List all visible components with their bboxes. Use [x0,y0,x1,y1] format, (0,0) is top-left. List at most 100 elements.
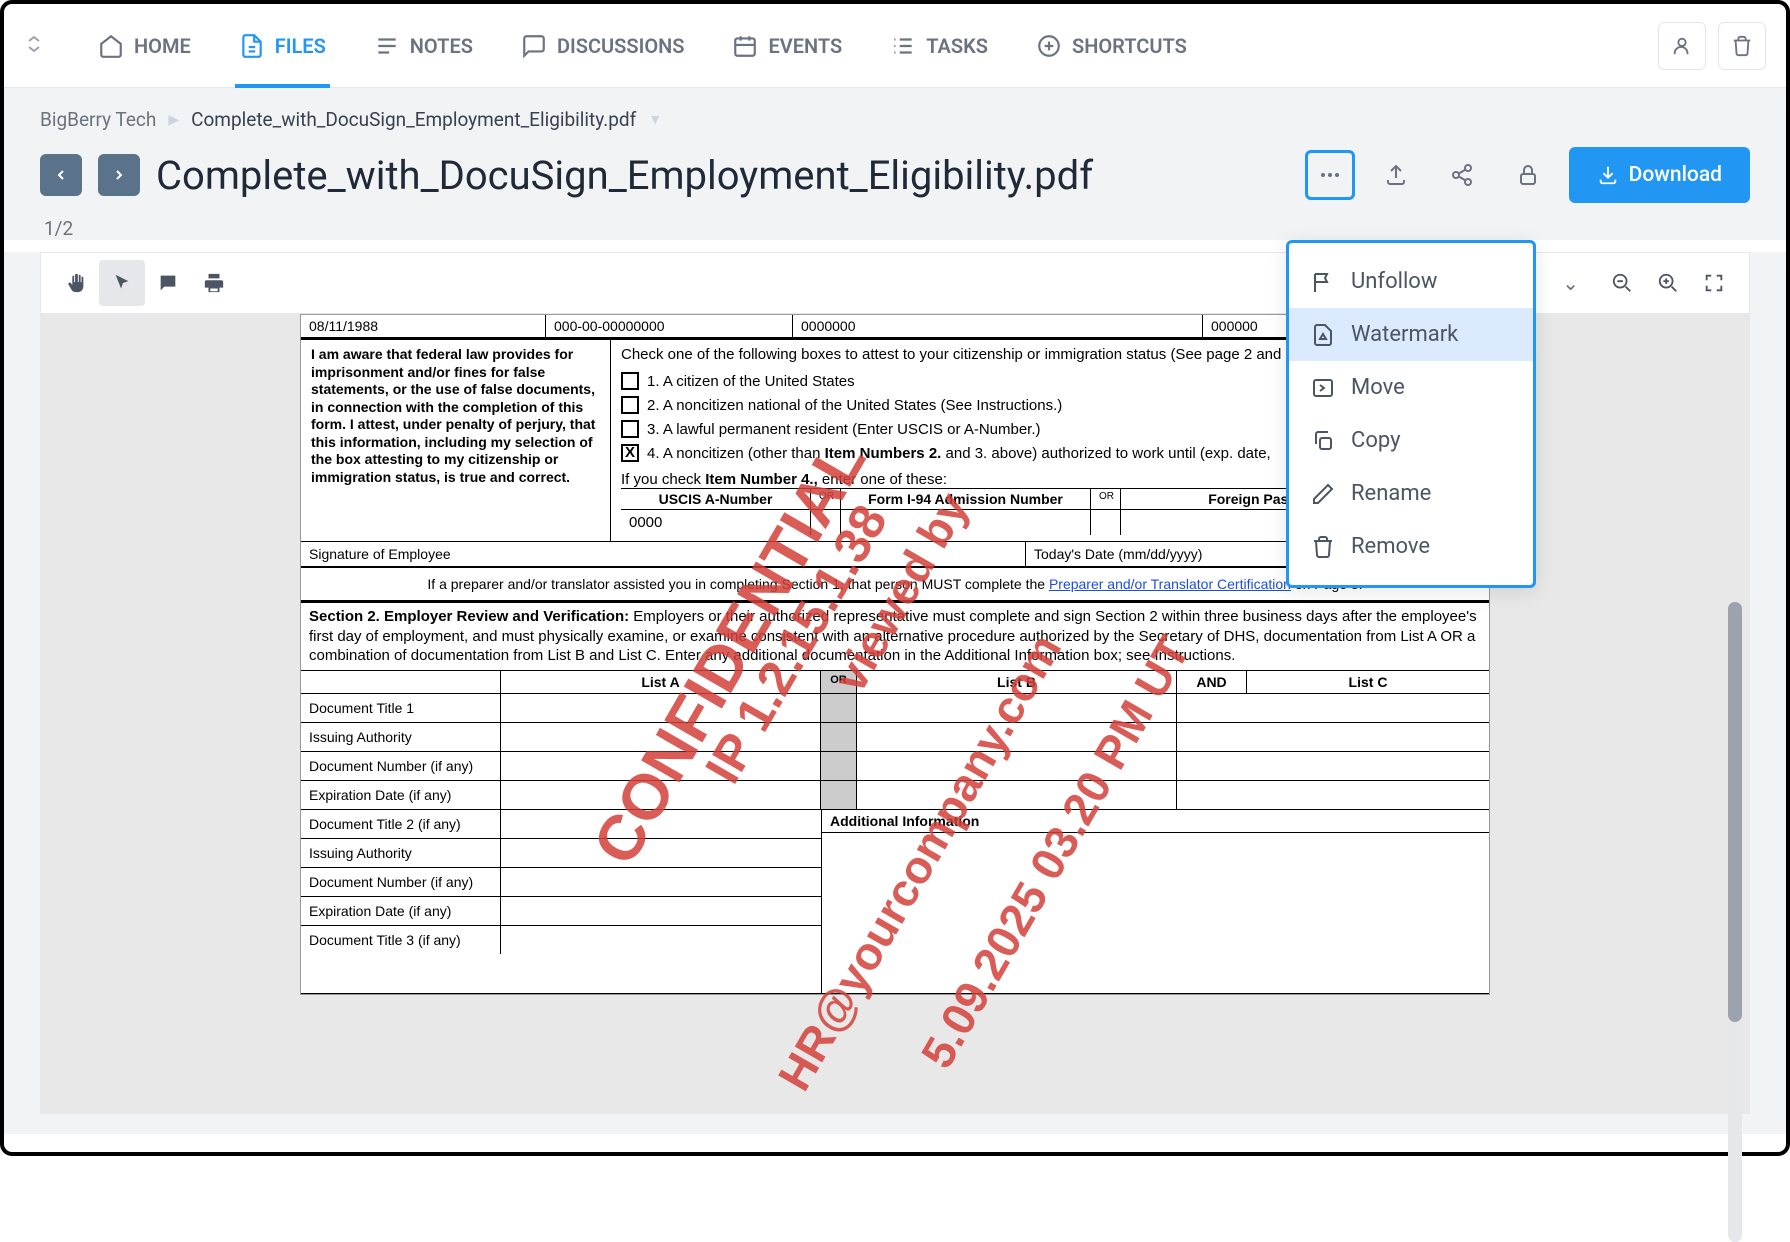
expand-icon[interactable] [24,34,44,58]
opt1: 1. A citizen of the United States [647,373,855,390]
comment-tool[interactable] [145,260,191,306]
menu-unfollow[interactable]: Unfollow [1289,255,1533,308]
scrollbar[interactable] [1728,602,1742,1242]
preparer-link[interactable]: Preparer and/or Translator Certification [1049,576,1291,592]
print-icon [203,272,225,294]
next-button[interactable] [98,154,140,196]
select-tool[interactable] [99,260,145,306]
or-col: OR [821,671,857,693]
home-icon [98,33,124,59]
nav-home[interactable]: HOME [74,4,215,88]
zoom-dropdown[interactable]: ⌄ [1562,271,1579,295]
menu-rename-label: Rename [1351,481,1431,506]
calendar-icon [732,33,758,59]
lock-button[interactable] [1503,150,1553,200]
nav-notes[interactable]: NOTES [350,4,497,88]
list-a-hdr: List A [501,671,821,693]
download-icon [1597,164,1619,186]
menu-copy-label: Copy [1351,428,1401,453]
menu-watermark[interactable]: Watermark [1289,308,1533,361]
nav-files[interactable]: FILES [215,4,350,88]
nav-tasks-label: TASKS [926,34,988,58]
doc-title-3: Document Title 3 (if any) [301,926,501,954]
fullscreen[interactable] [1691,260,1737,306]
download-button[interactable]: Download [1569,147,1750,203]
or2: OR [1091,489,1121,509]
chevron-right-icon: ▶ [168,112,179,128]
header-area: BigBerry Tech ▶ Complete_with_DocuSign_E… [4,88,1786,240]
zoom-out[interactable] [1599,260,1645,306]
zoom-out-icon [1611,272,1633,294]
attest-text: I am aware that federal law provides for… [301,340,611,541]
zoom-in[interactable] [1645,260,1691,306]
nav-files-label: FILES [275,34,326,58]
zero-value: 0000000 [793,315,1203,337]
discussions-icon [521,33,547,59]
menu-rename[interactable]: Rename [1289,467,1533,520]
nav-events-label: EVENTS [768,34,842,58]
hand-tool[interactable] [53,260,99,306]
prev-button[interactable] [40,154,82,196]
scrollbar-thumb[interactable] [1728,602,1742,1022]
comment-icon [157,272,179,294]
fullscreen-icon [1703,272,1725,294]
i94-hdr: Form I-94 Admission Number [841,489,1091,509]
opt2: 2. A noncitizen national of the United S… [647,397,1062,414]
copy-icon [1311,429,1335,453]
nav-events[interactable]: EVENTS [708,4,866,88]
menu-remove-label: Remove [1351,534,1430,559]
page-title: Complete_with_DocuSign_Employment_Eligib… [156,152,1289,199]
nav-tasks[interactable]: TASKS [866,4,1012,88]
menu-remove[interactable]: Remove [1289,520,1533,573]
download-label: Download [1629,163,1722,187]
tasks-icon [890,33,916,59]
list-c-hdr: List C [1247,671,1489,693]
doc-num-2: Document Number (if any) [301,868,501,896]
breadcrumb: BigBerry Tech ▶ Complete_with_DocuSign_E… [40,108,1750,131]
checkbox-1[interactable] [621,372,639,390]
nav-shortcuts[interactable]: SHORTCUTS [1012,4,1211,88]
menu-move-label: Move [1351,375,1405,400]
ssn-value: 000-00-00000000 [546,315,793,337]
chevron-left-icon [53,167,69,183]
lock-icon [1516,163,1540,187]
hand-icon [65,272,87,294]
issuing-auth-2: Issuing Authority [301,839,501,867]
trash-button[interactable] [1718,22,1766,70]
user-icon [1671,35,1693,57]
trash-icon [1731,35,1753,57]
upload-button[interactable] [1371,150,1421,200]
menu-copy[interactable]: Copy [1289,414,1533,467]
checkbox-4[interactable] [621,444,639,462]
nav-discussions[interactable]: DISCUSSIONS [497,4,709,88]
print-tool[interactable] [191,260,237,306]
remove-icon [1311,535,1335,559]
watermark-icon [1311,323,1335,347]
exp-date-1: Expiration Date (if any) [301,781,501,809]
cursor-icon [111,272,133,294]
nav-shortcuts-label: SHORTCUTS [1072,34,1187,58]
doc-num-1: Document Number (if any) [301,752,501,780]
more-button[interactable] [1305,150,1355,200]
menu-move[interactable]: Move [1289,361,1533,414]
checkbox-2[interactable] [621,396,639,414]
sig-label: Signature of Employee [301,542,1026,566]
dots-icon [1318,163,1342,187]
nav-discussions-label: DISCUSSIONS [557,34,685,58]
section2-header: Section 2. Employer Review and Verificat… [301,603,1489,670]
user-button[interactable] [1658,22,1706,70]
opt3: 3. A lawful permanent resident (Enter US… [647,421,1041,438]
doc-title-2: Document Title 2 (if any) [301,810,501,838]
and-col: AND [1177,671,1247,693]
doc-title-1: Document Title 1 [301,694,501,722]
uscis-hdr: USCIS A-Number [621,489,811,509]
breadcrumb-root[interactable]: BigBerry Tech [40,108,156,131]
chevron-down-icon[interactable]: ▼ [648,111,662,128]
flag-icon [1311,270,1335,294]
share-button[interactable] [1437,150,1487,200]
share-icon [1450,163,1474,187]
addl-info-hdr: Additional Information [822,810,1489,833]
checkbox-3[interactable] [621,420,639,438]
dob-value: 08/11/1988 [301,315,546,337]
upload-icon [1384,163,1408,187]
